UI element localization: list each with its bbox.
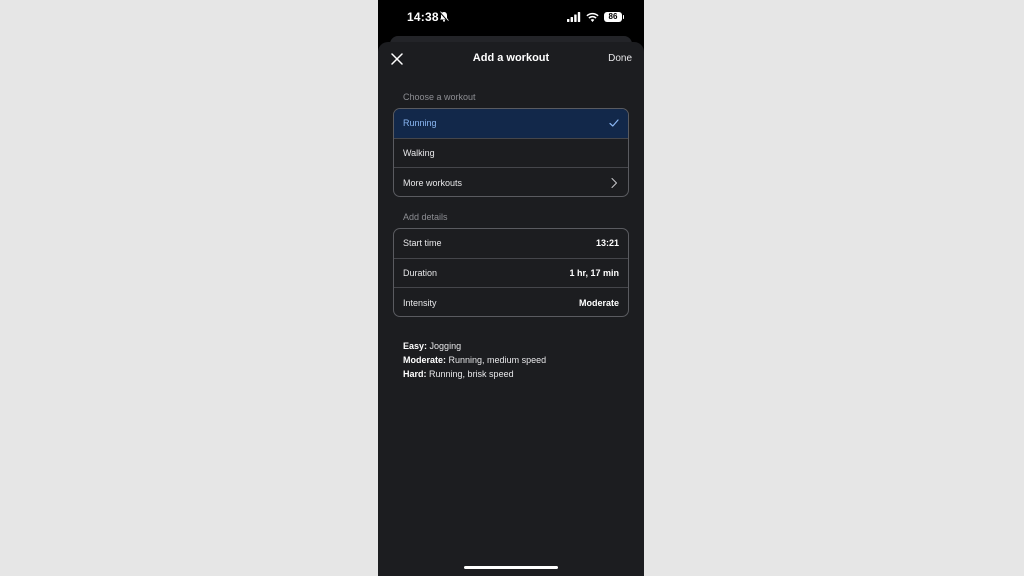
wifi-icon (586, 12, 599, 22)
workout-option-running[interactable]: Running (394, 109, 628, 139)
duration-row[interactable]: Duration 1 hr, 17 min (394, 259, 628, 288)
workout-option-label: Walking (403, 147, 435, 158)
workout-option-walking[interactable]: Walking (394, 139, 628, 168)
add-workout-sheet: Add a workout Done Choose a workout Runn… (378, 42, 644, 576)
home-indicator[interactable] (464, 566, 558, 569)
detail-label: Start time (403, 238, 442, 249)
status-time: 14:38 (407, 10, 439, 24)
battery-icon: 86 (604, 11, 624, 22)
intensity-row[interactable]: Intensity Moderate (394, 288, 628, 316)
checkmark-icon (609, 119, 619, 127)
status-icons: 86 (567, 11, 624, 22)
workout-option-label: Running (403, 118, 437, 129)
chevron-right-icon (611, 177, 617, 188)
choose-workout-label: Choose a workout (403, 92, 476, 102)
start-time-value: 13:21 (595, 238, 619, 249)
done-button[interactable]: Done (608, 53, 632, 64)
start-time-row[interactable]: Start time 13:21 (394, 229, 628, 259)
intensity-note-easy: Easy: Jogging (403, 339, 546, 353)
intensity-descriptions: Easy: Jogging Moderate: Running, medium … (403, 339, 546, 381)
status-bar: 14:38 86 (378, 0, 644, 34)
intensity-note-hard: Hard: Running, brisk speed (403, 367, 546, 381)
intensity-level: Moderate: (403, 355, 447, 365)
intensity-level: Hard: (403, 369, 427, 379)
page-title: Add a workout (472, 52, 550, 64)
bell-slash-icon (439, 11, 449, 22)
phone-screen: 14:38 86 Add a workout Done Choose a wor… (378, 0, 644, 576)
intensity-note-moderate: Moderate: Running, medium speed (403, 353, 546, 367)
intensity-description: Running, medium speed (448, 355, 547, 365)
cellular-signal-icon (567, 11, 581, 22)
more-workouts-item[interactable]: More workouts (394, 168, 628, 196)
intensity-description: Jogging (429, 341, 462, 351)
detail-label: Intensity (403, 297, 437, 308)
details-list: Start time 13:21 Duration 1 hr, 17 min I… (393, 228, 629, 317)
screen-background: 14:38 86 Add a workout Done Choose a wor… (0, 0, 1024, 576)
workout-list: Running Walking More workouts (393, 108, 629, 197)
add-details-label: Add details (403, 212, 448, 222)
intensity-value: Moderate (578, 297, 619, 308)
intensity-description: Running, brisk speed (429, 369, 514, 379)
duration-value: 1 hr, 17 min (569, 267, 619, 278)
detail-label: Duration (403, 267, 438, 278)
workout-option-label: More workouts (403, 177, 463, 188)
intensity-level: Easy: (403, 341, 428, 351)
